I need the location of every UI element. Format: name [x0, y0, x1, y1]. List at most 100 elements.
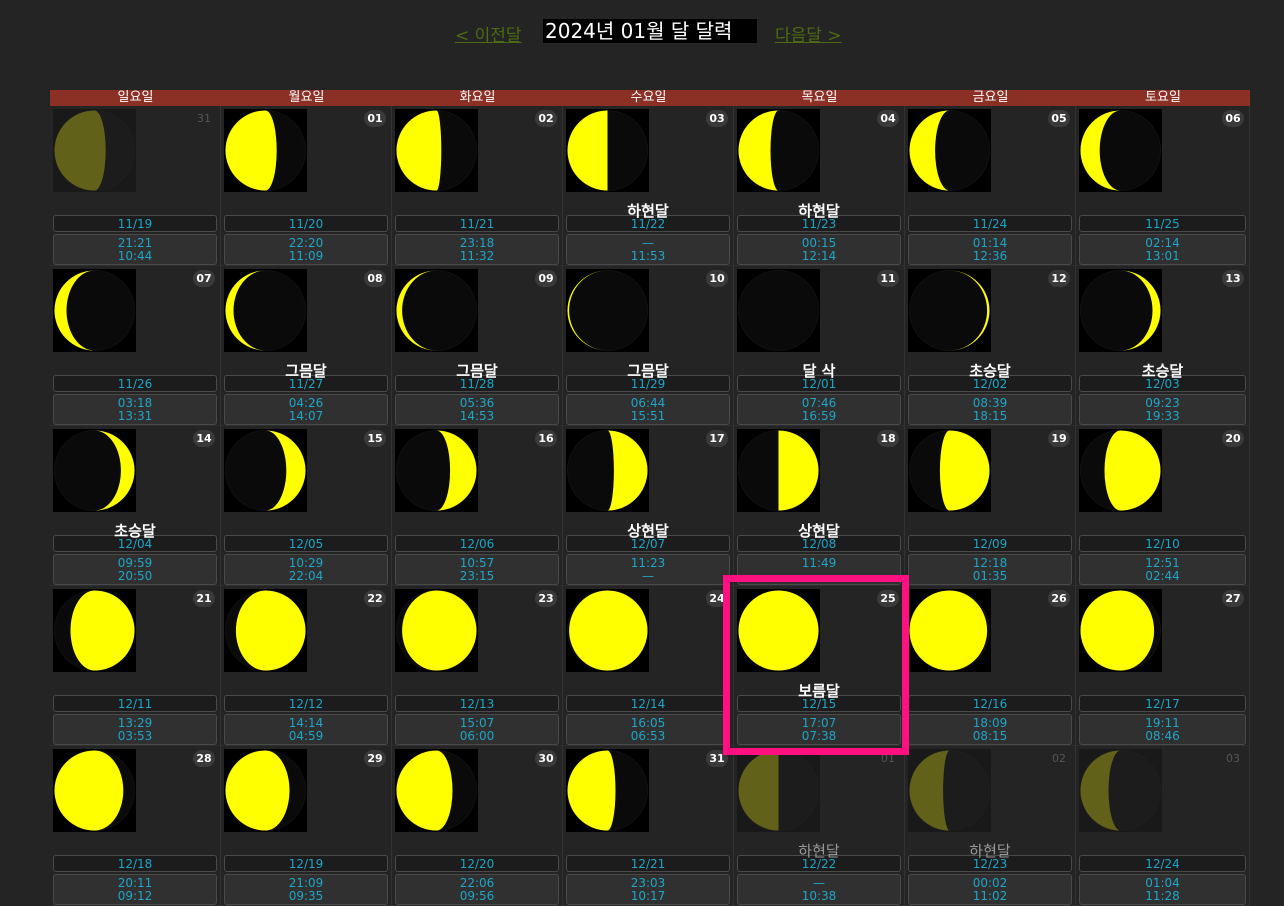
day-number: 24	[706, 590, 728, 607]
day-cell[interactable]: 10 그믐달 11/29 06:44 15:51	[563, 266, 734, 426]
weekday-thursday: 목요일	[801, 90, 838, 105]
day-cell[interactable]: 18 상현달 12/08 11:49	[734, 426, 905, 586]
previous-month-link[interactable]: < 이전달	[455, 21, 522, 46]
moonset-time: 03:53	[117, 729, 153, 743]
day-cell[interactable]: 13 초승달 12/03 09:23 19:33	[1076, 266, 1250, 426]
day-number: 27	[1222, 590, 1244, 607]
day-cell[interactable]: 06 11/25 02:14 13:01	[1076, 106, 1250, 266]
day-cell[interactable]: 04 하현달 11/23 00:15 12:14	[734, 106, 905, 266]
day-number: 06	[1222, 110, 1244, 127]
moon-phase-icon	[53, 109, 136, 192]
moonset-time: 02:44	[1145, 569, 1180, 583]
moon-phase-icon	[566, 269, 649, 352]
day-cell[interactable]: 03 하현달 11/22 — 11:53	[563, 106, 734, 266]
day-cell[interactable]: 23 12/13 15:07 06:00	[392, 586, 563, 746]
day-number: 13	[1222, 270, 1244, 287]
day-number: 31	[197, 112, 211, 125]
day-cell[interactable]: 02 11/21 23:18 11:32	[392, 106, 563, 266]
day-number: 16	[535, 430, 557, 447]
moon-phase-icon	[908, 749, 991, 832]
day-cell[interactable]: 12 초승달 12/02 08:39 18:15	[905, 266, 1076, 426]
day-number: 02	[535, 110, 557, 127]
moonrise-moonset: 22:20 11:09	[224, 234, 388, 265]
moon-phase-icon	[566, 429, 649, 512]
moonrise-moonset: 03:18 13:31	[53, 394, 217, 425]
lunar-date: 12/19	[224, 855, 388, 872]
moon-phase-icon	[737, 269, 820, 352]
moonset-time: 11:02	[972, 889, 1008, 903]
day-cell[interactable]: 08 그믐달 11/27 04:26 14:07	[221, 266, 392, 426]
moon-phase-icon	[395, 269, 478, 352]
moonset-time: 23:15	[459, 569, 495, 583]
day-cell[interactable]: 17 상현달 12/07 11:23 —	[563, 426, 734, 586]
moonset-time: 16:59	[801, 409, 837, 423]
day-cell[interactable]: 16 12/06 10:57 23:15	[392, 426, 563, 586]
moon-phase-icon	[1079, 749, 1162, 832]
day-number: 30	[535, 750, 557, 767]
phase-label: 달 삭	[802, 362, 836, 380]
day-cell[interactable]: 09 그믐달 11/28 05:36 14:53	[392, 266, 563, 426]
day-cell[interactable]: 29 12/19 21:09 09:35	[221, 746, 392, 906]
moonrise-moonset: 07:46 16:59	[737, 394, 901, 425]
day-cell[interactable]: 28 12/18 20:11 09:12	[50, 746, 221, 906]
day-cell[interactable]: 26 12/16 18:09 08:15	[905, 586, 1076, 746]
moon-phase-icon	[1079, 429, 1162, 512]
phase-label: 그믐달	[285, 362, 327, 380]
weekday-sunday: 일요일	[117, 90, 154, 105]
day-cell[interactable]: 03 12/24 01:04 11:28	[1076, 746, 1250, 906]
day-number: 09	[535, 270, 557, 287]
day-number: 01	[881, 752, 895, 765]
phase-label: 그믐달	[456, 362, 498, 380]
day-cell[interactable]: 27 12/17 19:11 08:46	[1076, 586, 1250, 746]
day-cell[interactable]: 30 12/20 22:06 09:56	[392, 746, 563, 906]
moonrise-moonset: 11:49	[737, 554, 901, 585]
moon-phase-icon	[53, 749, 136, 832]
moonset-time: 10:44	[117, 249, 153, 263]
moonrise-moonset: 22:06 09:56	[395, 874, 559, 905]
moon-phase-icon	[395, 589, 478, 672]
lunar-date: 11/25	[1079, 215, 1246, 232]
calendar-weeks: 31 11/19 21:21 10:44 01 11/20 22:20 11:0…	[50, 106, 1250, 906]
day-cell[interactable]: 15 12/05 10:29 22:04	[221, 426, 392, 586]
day-cell[interactable]: 31 12/21 23:03 10:17	[563, 746, 734, 906]
day-number: 25	[877, 590, 899, 607]
moon-phase-icon	[1079, 589, 1162, 672]
day-cell[interactable]: 11 달 삭 12/01 07:46 16:59	[734, 266, 905, 426]
moon-phase-icon	[224, 109, 307, 192]
moonset-time: —	[642, 569, 654, 583]
day-cell[interactable]: 01 하현달 12/22 — 10:38	[734, 746, 905, 906]
day-cell[interactable]: 22 12/12 14:14 04:59	[221, 586, 392, 746]
calendar-title: 2024년 01월 달 달력	[543, 19, 757, 43]
moonset-time: 09:12	[117, 889, 153, 903]
month-navigation: < 이전달 2024년 01월 달 달력 다음달 >	[0, 19, 1284, 47]
moon-phase-icon	[53, 269, 136, 352]
next-month-link[interactable]: 다음달 >	[775, 21, 842, 46]
phase-label: 초승달	[114, 522, 156, 540]
day-cell[interactable]: 07 11/26 03:18 13:31	[50, 266, 221, 426]
moon-phase-icon	[224, 429, 307, 512]
moonrise-moonset: 11:23 —	[566, 554, 730, 585]
day-cell[interactable]: 14 초승달 12/04 09:59 20:50	[50, 426, 221, 586]
moonrise-moonset: 17:07 07:38	[737, 714, 901, 745]
day-number: 26	[1048, 590, 1070, 607]
phase-label: 상현달	[627, 522, 669, 540]
day-cell[interactable]: 02 하현달 12/23 00:02 11:02	[905, 746, 1076, 906]
day-cell[interactable]: 05 11/24 01:14 12:36	[905, 106, 1076, 266]
day-cell[interactable]: 21 12/11 13:29 03:53	[50, 586, 221, 746]
moonrise-moonset: 13:29 03:53	[53, 714, 217, 745]
day-number: 28	[193, 750, 215, 767]
day-cell[interactable]: 25 보름달 12/15 17:07 07:38	[734, 586, 905, 746]
day-cell[interactable]: 20 12/10 12:51 02:44	[1076, 426, 1250, 586]
day-cell[interactable]: 19 12/09 12:18 01:35	[905, 426, 1076, 586]
day-cell[interactable]: 31 11/19 21:21 10:44	[50, 106, 221, 266]
moonset-time: 09:56	[459, 889, 495, 903]
day-cell[interactable]: 01 11/20 22:20 11:09	[221, 106, 392, 266]
day-number: 02	[1052, 752, 1066, 765]
moon-phase-icon	[908, 429, 991, 512]
moonset-time: 18:15	[972, 409, 1008, 423]
day-number: 20	[1222, 430, 1244, 447]
day-cell[interactable]: 24 12/14 16:05 06:53	[563, 586, 734, 746]
moon-phase-icon	[395, 109, 478, 192]
moonset-time: 10:17	[630, 889, 666, 903]
moonrise-moonset: 04:26 14:07	[224, 394, 388, 425]
